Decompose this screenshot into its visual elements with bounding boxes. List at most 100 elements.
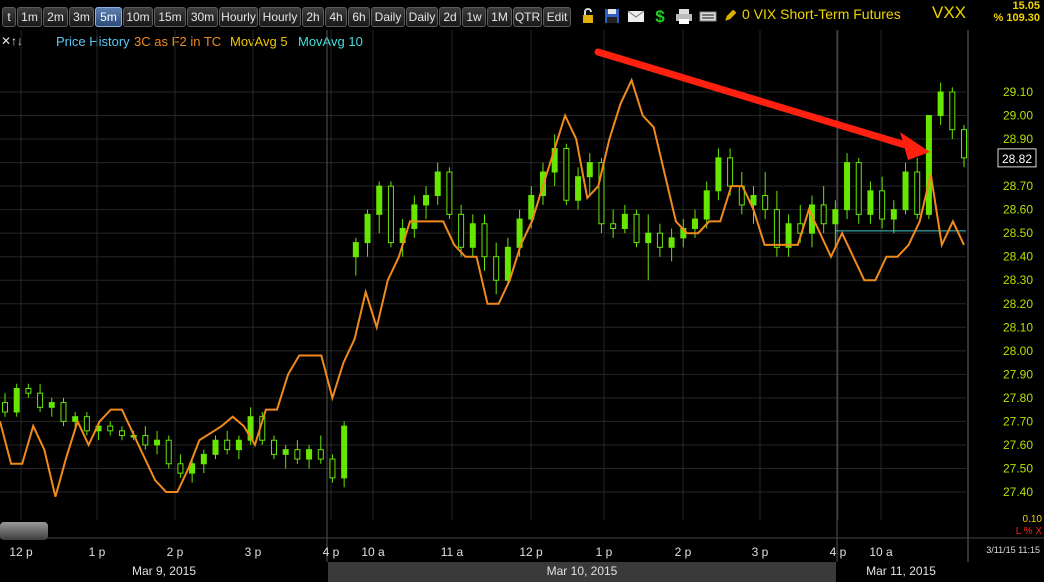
chart-toolbar: t 1m 2m 3m 5m 10m 15m 30m Hourly Hourly … — [0, 0, 1044, 30]
interval-button-daily-1[interactable]: Daily — [371, 7, 405, 27]
candle-body — [387, 185, 394, 244]
y-tick-label: 28.20 — [1003, 297, 1033, 311]
dollar-icon[interactable]: $ — [650, 6, 670, 26]
keyboard-icon[interactable] — [698, 6, 718, 26]
y-tick-label: 28.00 — [1003, 344, 1033, 358]
lx-toggle-label[interactable]: L % X — [1016, 526, 1042, 537]
interval-button-6h[interactable]: 6h — [348, 7, 370, 27]
candle-body — [270, 439, 277, 455]
x-tick-label: 1 p — [596, 545, 613, 559]
candle-body — [563, 147, 570, 201]
candle-body — [224, 439, 231, 451]
candle-body — [2, 402, 8, 413]
y-tick-label: 27.60 — [1003, 438, 1033, 452]
candle-body — [925, 115, 932, 215]
candle-body — [961, 129, 967, 159]
interval-button-hourly-2[interactable]: Hourly — [259, 7, 301, 27]
save-icon[interactable] — [602, 6, 622, 26]
candle-body — [610, 223, 617, 229]
candle-body — [83, 416, 90, 432]
symbol-description: 0 VIX Short-Term Futures — [742, 6, 901, 22]
volume-scale-label: 0.10 — [1022, 514, 1042, 525]
x-tick-label: 10 a — [361, 545, 385, 559]
candle-body — [282, 449, 289, 455]
candlestick-chart[interactable]: 27.40 27.50 27.60 27.70 27.80 27.90 28.00 28.10… — [0, 30, 1044, 562]
interval-button-2h[interactable]: 2h — [302, 7, 324, 27]
y-tick-label: 28.90 — [1003, 132, 1033, 146]
candle-body — [692, 218, 699, 229]
y-tick-label: 28.50 — [1003, 226, 1033, 240]
interval-button-5m[interactable]: 5m — [95, 7, 122, 27]
interval-button-4h[interactable]: 4h — [325, 7, 347, 27]
y-tick-label: 27.90 — [1003, 367, 1033, 381]
candle-body — [13, 387, 20, 413]
lock-icon[interactable] — [578, 6, 598, 26]
x-tick-label: 2 p — [675, 545, 692, 559]
last-price: 15.05 — [1012, 0, 1040, 12]
edit-button[interactable]: Edit — [543, 7, 571, 27]
date-bar: Mar 9, 2015 Mar 10, 2015 Mar 11, 2015 — [0, 562, 1044, 582]
y-tick-label: 28.10 — [1003, 320, 1033, 334]
candle-body — [60, 402, 67, 422]
price-axis: 27.40 27.50 27.60 27.70 27.80 27.90 28.00 28.10… — [997, 85, 1037, 499]
candle-body — [890, 209, 897, 220]
candle-body — [937, 91, 944, 117]
3c-series-path — [0, 77, 965, 497]
interval-button-15m[interactable]: 15m — [154, 7, 186, 27]
x-tick-label: 12 p — [519, 545, 543, 559]
interval-button-t[interactable]: t — [2, 7, 16, 27]
y-tick-label: 29.10 — [1003, 85, 1033, 99]
candle-body — [142, 435, 149, 446]
chart-scroll-thumb[interactable] — [0, 522, 48, 540]
candle-body — [832, 209, 839, 225]
mail-icon[interactable] — [626, 6, 646, 26]
interval-button-3m[interactable]: 3m — [69, 7, 94, 27]
x-tick-label: 12 p — [9, 545, 33, 559]
interval-button-2m[interactable]: 2m — [43, 7, 68, 27]
date-label-mar-9: Mar 9, 2015 — [0, 562, 328, 582]
candle-body — [586, 162, 593, 178]
last-price-marker: 28.82 — [1002, 152, 1032, 166]
interval-button-10m[interactable]: 10m — [123, 7, 153, 27]
interval-button-1w[interactable]: 1w — [462, 7, 486, 27]
trend-arrow-annotation — [594, 48, 930, 160]
print-icon[interactable] — [674, 6, 694, 26]
y-tick-label: 28.60 — [1003, 203, 1033, 217]
x-tick-label: 1 p — [89, 545, 106, 559]
candle-body — [376, 185, 383, 215]
date-label-mar-10: Mar 10, 2015 — [328, 562, 836, 582]
candle-body — [458, 213, 465, 248]
interval-button-qtr[interactable]: QTR — [513, 7, 542, 27]
candle-body — [773, 209, 780, 248]
candle-body — [423, 195, 430, 206]
x-tick-label: 4 p — [323, 545, 340, 559]
interval-button-hourly-1[interactable]: Hourly — [219, 7, 258, 27]
interval-button-1m[interactable]: 1m — [17, 7, 42, 27]
candle-body — [762, 195, 769, 211]
candle-body — [504, 246, 511, 281]
candle-body — [469, 223, 476, 248]
candle-body — [481, 223, 488, 258]
symbol-ticker[interactable]: VXX — [932, 3, 966, 23]
candle-body — [434, 171, 441, 197]
interval-button-1M[interactable]: 1M — [487, 7, 512, 27]
pencil-icon[interactable] — [722, 6, 738, 26]
candle-body — [633, 213, 640, 244]
candle-body — [844, 162, 851, 211]
interval-button-2d[interactable]: 2d — [439, 7, 461, 27]
candle-body — [200, 453, 207, 465]
candle-body — [352, 242, 359, 258]
candle-body — [107, 425, 114, 432]
y-tick-label: 27.70 — [1003, 414, 1033, 428]
time-axis: 12 p 1 p 2 p 3 p 4 p 10 a 11 a 12 p 1 p 2 p 3 p 4 p… — [9, 545, 893, 559]
candle-body — [703, 190, 710, 220]
interval-button-30m[interactable]: 30m — [187, 7, 218, 27]
candle-body — [715, 157, 722, 192]
y-tick-label: 27.80 — [1003, 391, 1033, 405]
candle-body — [867, 190, 874, 215]
candle-body — [294, 449, 301, 460]
candle-body — [446, 171, 453, 215]
interval-button-daily-2[interactable]: Daily — [406, 7, 438, 27]
candle-body — [493, 256, 500, 281]
candle-body — [48, 402, 55, 408]
